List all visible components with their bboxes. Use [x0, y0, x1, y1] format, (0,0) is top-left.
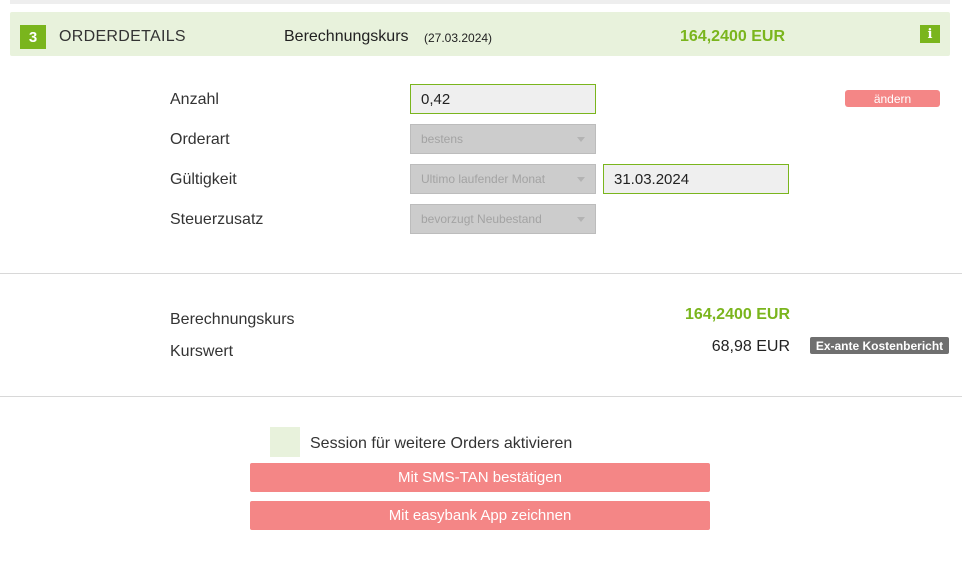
chevron-down-icon [577, 217, 585, 222]
header-kurs-value: 164,2400 EUR [680, 28, 785, 45]
anzahl-input-value: 0,42 [421, 90, 451, 108]
kurswert-value: 68,98 EUR [711, 338, 790, 355]
gueltigkeit-date-value: 31.03.2024 [614, 170, 690, 188]
berechnungskurs-value: 164,2400 EUR [685, 306, 790, 323]
orderart-select[interactable]: bestens [410, 124, 596, 154]
steuerzusatz-select[interactable]: bevorzugt Neubestand [410, 204, 596, 234]
header-kurs-date: (27.03.2024) [424, 31, 493, 45]
berechnungskurs-label: Berechnungskurs [170, 311, 295, 328]
chevron-down-icon [577, 137, 585, 142]
session-checkbox-label: Session für weitere Orders aktivieren [310, 435, 573, 452]
anzahl-input[interactable]: 0,42 [410, 84, 596, 114]
header-kurs-label: Berechnungskurs [284, 28, 409, 45]
section-title: ORDERDETAILS [59, 28, 186, 45]
top-divider [10, 0, 950, 4]
steuerzusatz-label: Steuerzusatz [170, 211, 264, 228]
gueltigkeit-label: Gültigkeit [170, 171, 237, 188]
kurswert-label: Kurswert [170, 343, 234, 360]
sms-tan-confirm-button[interactable]: Mit SMS-TAN bestätigen [250, 463, 710, 492]
session-checkbox[interactable] [270, 427, 300, 457]
section-divider [0, 273, 962, 274]
anzahl-label: Anzahl [170, 91, 219, 108]
steuerzusatz-select-value: bevorzugt Neubestand [421, 212, 542, 226]
chevron-down-icon [577, 177, 585, 182]
aendern-button[interactable]: ändern [845, 90, 940, 107]
order-details-page: 3 ORDERDETAILS Berechnungskurs (27.03.20… [0, 0, 962, 576]
section-divider [0, 396, 962, 397]
info-icon[interactable]: i [920, 25, 940, 43]
step-number-badge: 3 [20, 25, 46, 49]
gueltigkeit-select-value: Ultimo laufender Monat [421, 172, 546, 186]
orderart-label: Orderart [170, 131, 230, 148]
gueltigkeit-select[interactable]: Ultimo laufender Monat [410, 164, 596, 194]
orderart-select-value: bestens [421, 132, 464, 146]
ex-ante-kostenbericht-button[interactable]: Ex-ante Kostenbericht [810, 337, 949, 354]
easybank-app-sign-button[interactable]: Mit easybank App zeichnen [250, 501, 710, 530]
orderdetails-header: 3 ORDERDETAILS Berechnungskurs (27.03.20… [10, 12, 950, 56]
gueltigkeit-date-input[interactable]: 31.03.2024 [603, 164, 789, 194]
